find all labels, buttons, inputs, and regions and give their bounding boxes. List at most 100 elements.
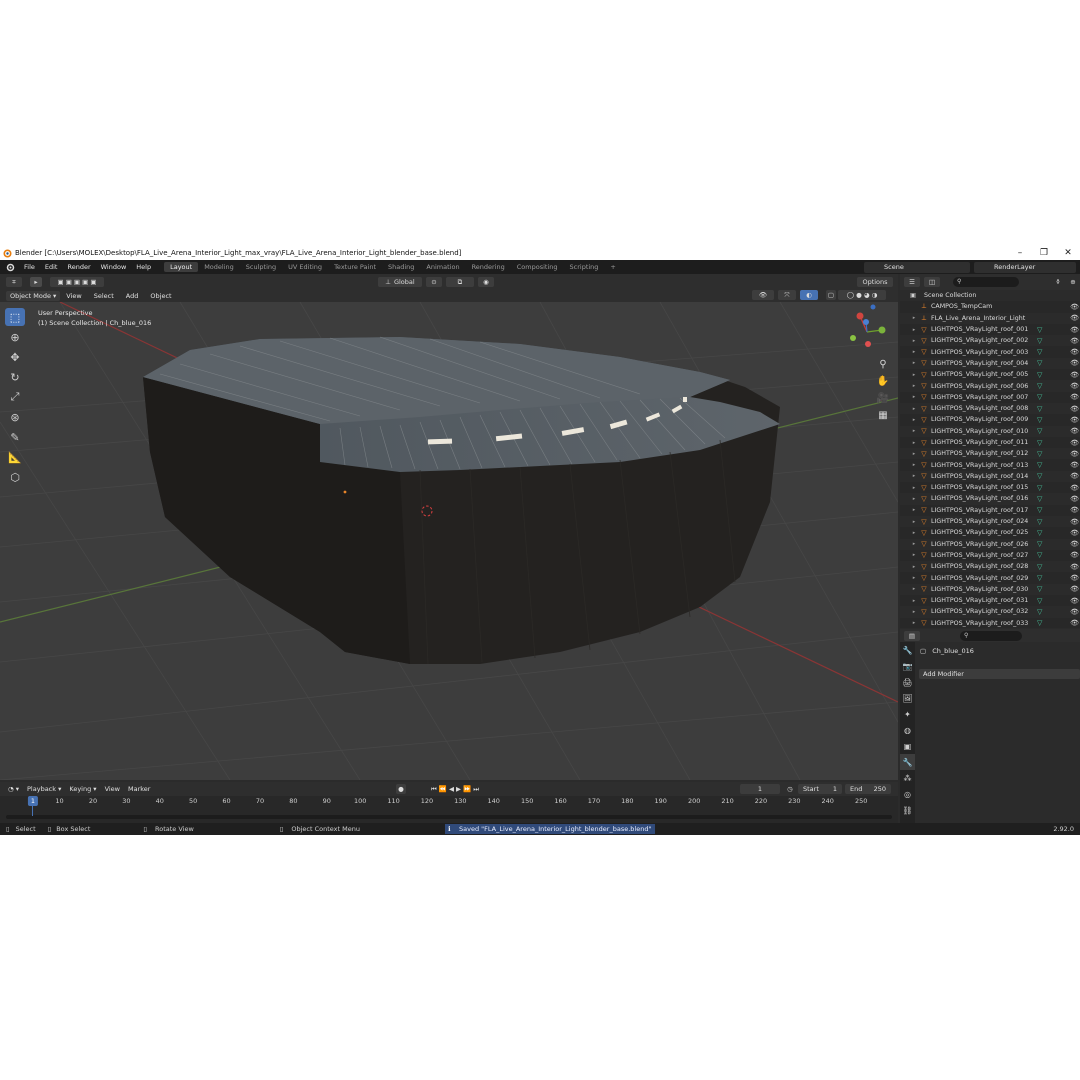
expand-arrow-icon[interactable]: ▸: [909, 598, 919, 604]
properties-search-input[interactable]: ⚲: [960, 631, 1022, 641]
pivot-point-icon[interactable]: ⊙: [426, 277, 442, 287]
annotate-tool-icon[interactable]: ✎: [5, 428, 25, 446]
eye-icon[interactable]: 👁: [1070, 416, 1079, 424]
eye-icon[interactable]: 👁: [1070, 484, 1079, 492]
eye-icon[interactable]: 👁: [1070, 529, 1079, 537]
measure-tool-icon[interactable]: 📐: [5, 448, 25, 466]
particles-tab-icon[interactable]: ⁂: [900, 770, 915, 786]
eye-icon[interactable]: 👁: [1070, 472, 1079, 480]
eye-icon[interactable]: 👁: [1070, 450, 1079, 458]
constraints-tab-icon[interactable]: ⛓: [900, 802, 915, 818]
eye-icon[interactable]: 👁: [1070, 619, 1079, 627]
menu-add[interactable]: Add: [120, 292, 145, 300]
eye-icon[interactable]: 👁: [1070, 506, 1079, 514]
perspective-grid-icon[interactable]: ▦: [876, 407, 890, 424]
gizmo-icon[interactable]: ⤧: [778, 290, 796, 300]
menu-edit[interactable]: Edit: [40, 263, 63, 271]
expand-arrow-icon[interactable]: ▸: [909, 519, 919, 525]
blender-menu-icon[interactable]: [3, 262, 17, 272]
eye-icon[interactable]: 👁: [1070, 540, 1079, 548]
eye-icon[interactable]: 👁: [1070, 574, 1079, 582]
add-modifier-dropdown[interactable]: Add Modifier: [919, 669, 1080, 679]
menu-window[interactable]: Window: [96, 263, 132, 271]
expand-arrow-icon[interactable]: ▸: [909, 473, 919, 479]
expand-arrow-icon[interactable]: ▸: [909, 327, 919, 333]
close-button[interactable]: ✕: [1056, 245, 1080, 260]
scene-selector[interactable]: Scene: [864, 261, 970, 273]
zoom-icon[interactable]: ⚲: [876, 356, 890, 373]
tab-sculpting[interactable]: Sculpting: [240, 262, 282, 272]
outliner-item[interactable]: ▸ ▽ LIGHTPOS_VRayLight_roof_009 ▽ 👁: [900, 414, 1080, 425]
eye-icon[interactable]: 👁: [1070, 348, 1079, 356]
menu-help[interactable]: Help: [131, 263, 156, 271]
tab-modeling[interactable]: Modeling: [198, 262, 240, 272]
render-tab-icon[interactable]: 📷: [900, 658, 915, 674]
tab-layout[interactable]: Layout: [164, 262, 199, 272]
expand-arrow-icon[interactable]: ▸: [909, 575, 919, 581]
outliner-item[interactable]: ▸ ▽ LIGHTPOS_VRayLight_roof_031 ▽ 👁: [900, 595, 1080, 606]
menu-timeline-view[interactable]: View: [101, 785, 124, 793]
outliner-item[interactable]: ▸ ▽ LIGHTPOS_VRayLight_roof_004 ▽ 👁: [900, 357, 1080, 370]
options-button[interactable]: Options: [857, 277, 893, 287]
menu-file[interactable]: File: [19, 263, 40, 271]
expand-arrow-icon[interactable]: ▸: [909, 530, 919, 536]
outliner-item[interactable]: ▸ ▽ LIGHTPOS_VRayLight_roof_013 ▽ 👁: [900, 459, 1080, 470]
eye-icon[interactable]: 👁: [1070, 427, 1079, 435]
eye-icon[interactable]: 👁: [1070, 393, 1079, 401]
eye-icon[interactable]: 👁: [1070, 326, 1079, 334]
expand-arrow-icon[interactable]: ▸: [909, 406, 919, 412]
selection-mode-icons[interactable]: ▣ ▣ ▣ ▣ ▣: [50, 277, 104, 287]
outliner-item[interactable]: ▸ ▽ LIGHTPOS_VRayLight_roof_007 ▽ 👁: [900, 392, 1080, 403]
eye-icon[interactable]: 👁: [1070, 551, 1079, 559]
expand-arrow-icon[interactable]: ▸: [909, 349, 919, 355]
menu-keying[interactable]: Keying ▾: [65, 785, 100, 793]
view-layer-tab-icon[interactable]: 🖼: [900, 690, 915, 706]
expand-arrow-icon[interactable]: ▸: [909, 315, 919, 321]
eye-icon[interactable]: 👁: [1070, 461, 1079, 469]
camera-view-icon[interactable]: 🎥: [876, 390, 890, 407]
playback-controls[interactable]: ⏮ ⏪ ◀ ▶ ⏩ ⏭: [422, 784, 488, 794]
tab-animation[interactable]: Animation: [420, 262, 465, 272]
cursor-tool-icon[interactable]: ⊕: [5, 328, 25, 346]
shading-mode-icons[interactable]: ◯ ● ◕ ◑: [838, 290, 886, 300]
menu-select[interactable]: Select: [88, 292, 120, 300]
display-mode-icon[interactable]: ◫: [924, 277, 940, 287]
expand-arrow-icon[interactable]: ▸: [909, 440, 919, 446]
eye-icon[interactable]: 👁: [1070, 382, 1079, 390]
proportional-edit-icon[interactable]: ◉: [478, 277, 494, 287]
expand-arrow-icon[interactable]: ▸: [909, 609, 919, 615]
outliner-item[interactable]: ▸ ▽ LIGHTPOS_VRayLight_roof_017 ▽ 👁: [900, 505, 1080, 516]
new-collection-icon[interactable]: ⊕: [1068, 277, 1078, 287]
filter-icon[interactable]: ⚱: [1050, 277, 1066, 287]
current-frame-field[interactable]: 1: [740, 784, 780, 794]
outliner-item[interactable]: ▸ ▽ LIGHTPOS_VRayLight_roof_027 ▽ 👁: [900, 550, 1080, 561]
properties-editor-icon[interactable]: ▤: [904, 631, 920, 641]
xray-icon[interactable]: ▢: [826, 290, 836, 300]
outliner-item[interactable]: ▸ ▽ LIGHTPOS_VRayLight_roof_001 ▽ 👁: [900, 324, 1080, 335]
end-frame-field[interactable]: End 250: [845, 784, 891, 794]
eye-icon[interactable]: 👁: [1070, 585, 1079, 593]
eye-icon[interactable]: 👁: [1070, 495, 1079, 503]
outliner-item[interactable]: ▸ ▽ LIGHTPOS_VRayLight_roof_030 ▽ 👁: [900, 583, 1080, 596]
render-layer-selector[interactable]: RenderLayer: [974, 261, 1076, 273]
timeline-scrollbar[interactable]: [6, 815, 892, 819]
scene-tab-icon[interactable]: ✦: [900, 706, 915, 722]
select-box-tool-icon[interactable]: ⬚: [5, 308, 25, 326]
overlay-icon[interactable]: ◐: [800, 290, 818, 300]
eye-icon[interactable]: 👁: [1070, 359, 1079, 367]
eye-icon[interactable]: 👁: [1070, 608, 1079, 616]
tab-scripting[interactable]: Scripting: [564, 262, 605, 272]
menu-playback[interactable]: Playback ▾: [23, 785, 65, 793]
expand-arrow-icon[interactable]: ▸: [909, 541, 919, 547]
outliner-item[interactable]: ▸ ▽ LIGHTPOS_VRayLight_roof_025 ▽ 👁: [900, 527, 1080, 538]
expand-arrow-icon[interactable]: ▸: [909, 394, 919, 400]
eye-icon[interactable]: 👁: [1070, 405, 1079, 413]
outliner-item[interactable]: ▸ ▽ LIGHTPOS_VRayLight_roof_012 ▽ 👁: [900, 448, 1080, 460]
pan-hand-icon[interactable]: ✋: [876, 373, 890, 390]
outliner-item[interactable]: ▸ ▽ LIGHTPOS_VRayLight_roof_008 ▽ 👁: [900, 402, 1080, 415]
outliner-item[interactable]: ▸ ▽ LIGHTPOS_VRayLight_roof_033 ▽ 👁: [900, 618, 1080, 628]
3d-viewport[interactable]: User Perspective (1) Scene Collection | …: [0, 302, 898, 780]
expand-arrow-icon[interactable]: ▸: [909, 485, 919, 491]
expand-arrow-icon[interactable]: ▸: [909, 496, 919, 502]
expand-arrow-icon[interactable]: ▸: [909, 417, 919, 423]
